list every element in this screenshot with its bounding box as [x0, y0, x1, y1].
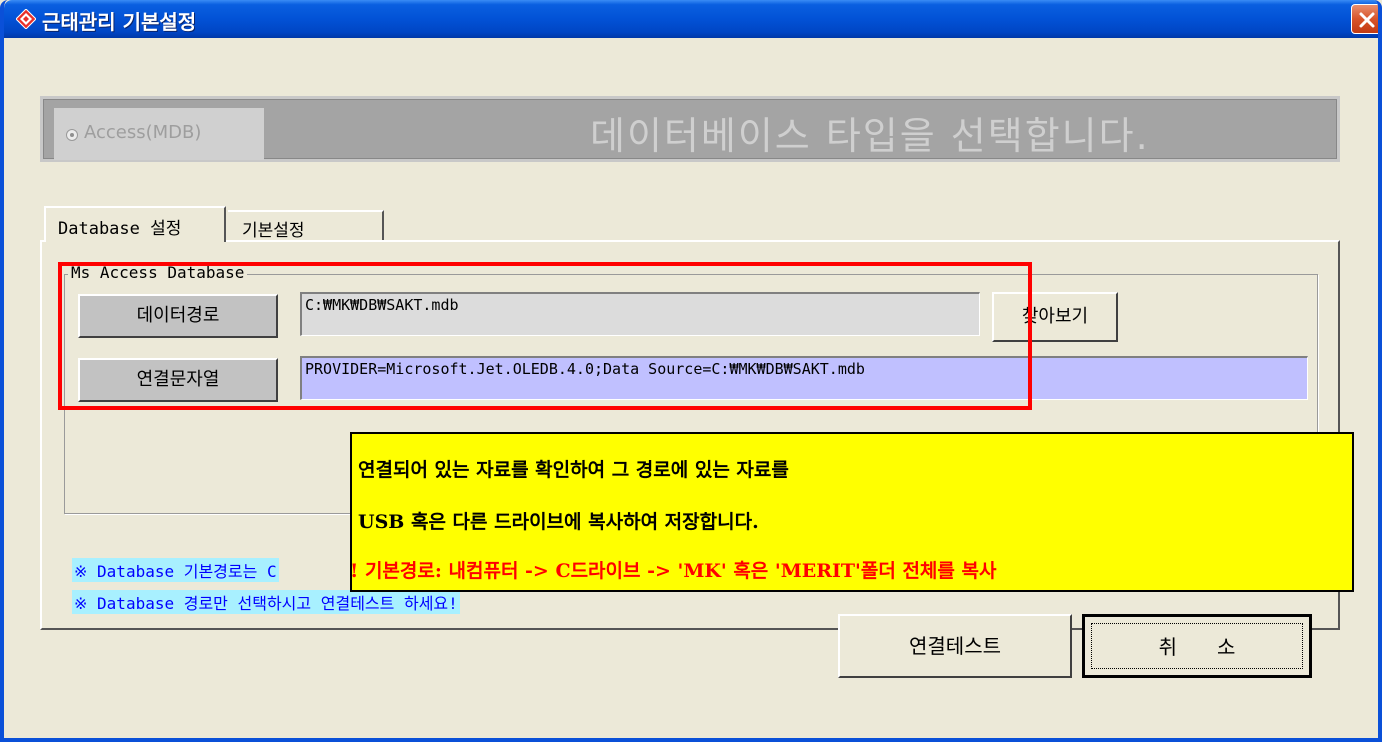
tab-database-settings[interactable]: Database 설정 — [44, 206, 226, 242]
callout-line-1: 연결되어 있는 자료를 확인하여 그 경로에 있는 자료를 — [358, 459, 789, 481]
tab-basic-settings-label: 기본설정 — [242, 221, 305, 241]
note-select-path: ※ Database 경로만 선택하시고 연결테스트 하세요! — [72, 590, 460, 614]
close-button[interactable] — [1351, 4, 1378, 34]
callout-line-2: USB 혹은 다른 드라이브에 복사하여 저장합니다. — [358, 511, 759, 533]
access-radio-label[interactable]: Access(MDB) — [84, 122, 201, 143]
banner-text: 데이터베이스 타입을 선택합니다. — [590, 114, 1150, 158]
window-title: 근태관리 기본설정 — [42, 10, 197, 34]
access-radio-button[interactable] — [66, 129, 78, 141]
connection-test-button[interactable]: 연결테스트 — [838, 614, 1072, 678]
close-icon — [1359, 12, 1375, 28]
tab-database-settings-label: Database 설정 — [58, 219, 182, 239]
callout-warning-line: ! 기본경로: 내컴퓨터 -> C드라이브 -> 'MK' 혹은 'MERIT'… — [350, 560, 997, 582]
note-default-path: ※ Database 기본경로는 C — [72, 558, 279, 582]
app-diamond-icon — [16, 9, 36, 29]
tab-basic-settings[interactable]: 기본설정 — [228, 210, 384, 241]
cancel-button[interactable]: 취소 — [1082, 614, 1312, 678]
cancel-button-label: 취소 — [1158, 635, 1276, 659]
highlight-box — [58, 262, 1032, 410]
title-bar[interactable]: 근태관리 기본설정 — [4, 0, 1378, 38]
